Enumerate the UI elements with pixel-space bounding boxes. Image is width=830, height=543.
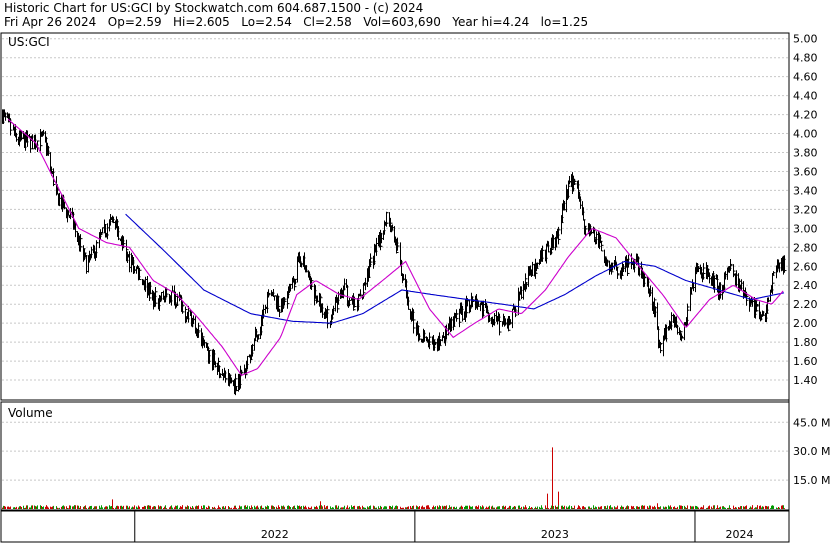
price-panel-label: US:GCI (8, 35, 50, 49)
stock-chart: 5.00 4.80 4.60 4.40 4.20 4.00 3.80 3.60 3.40 3.20… (0, 32, 830, 543)
date-axis-frame (0, 510, 790, 543)
volume-tick-label: 45.0 M (793, 416, 830, 429)
price-tick-label: 4.40 (793, 90, 818, 103)
price-tick-label: 1.40 (793, 374, 818, 387)
price-tick-label: 3.60 (793, 165, 818, 178)
price-tick-label: 5.00 (793, 33, 818, 46)
price-panel-frame (0, 32, 790, 401)
volume-tick-label: 15.0 M (793, 474, 830, 487)
price-tick-label: 2.80 (793, 241, 818, 254)
price-tick-label: 4.80 (793, 52, 818, 65)
volume-tick-label: 30.0 M (793, 445, 830, 458)
price-tick-label: 2.20 (793, 298, 818, 311)
volume-axis: 45.0 M 30.0 M 15.0 M (793, 416, 830, 487)
volume-bars (2, 447, 785, 509)
price-tick-label: 4.20 (793, 109, 818, 122)
price-tick-label: 3.40 (793, 184, 818, 197)
price-tick-label: 2.00 (793, 317, 818, 330)
price-tick-label: 3.20 (793, 203, 818, 216)
volume-panel-frame (0, 401, 790, 511)
price-tick-label: 1.80 (793, 336, 818, 349)
ma-slow-line (125, 213, 785, 324)
year-label: 2024 (725, 528, 753, 541)
price-axis: 5.00 4.80 4.60 4.40 4.20 4.00 3.80 3.60 3.40 3.20… (793, 33, 818, 387)
price-tick-label: 4.60 (793, 71, 818, 84)
year-label: 2023 (541, 528, 569, 541)
year-label: 2022 (261, 528, 289, 541)
price-tick-label: 1.60 (793, 355, 818, 368)
price-tick-label: 3.80 (793, 147, 818, 160)
volume-panel-label: Volume (8, 406, 53, 420)
price-tick-label: 2.60 (793, 260, 818, 273)
price-tick-label: 4.00 (793, 128, 818, 141)
price-tick-label: 3.00 (793, 222, 818, 235)
date-axis: 2022 2023 2024 (134, 511, 753, 542)
volume-gridlines (2, 421, 788, 481)
price-tick-label: 2.40 (793, 279, 818, 292)
